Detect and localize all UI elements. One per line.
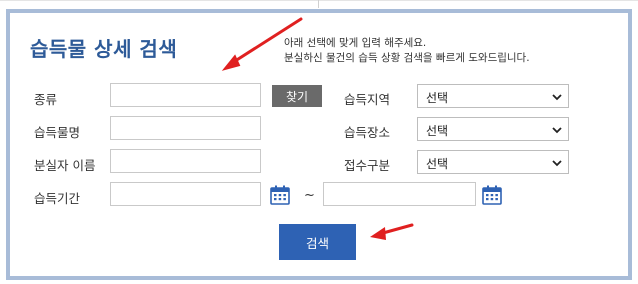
arrow-icon	[221, 17, 414, 240]
